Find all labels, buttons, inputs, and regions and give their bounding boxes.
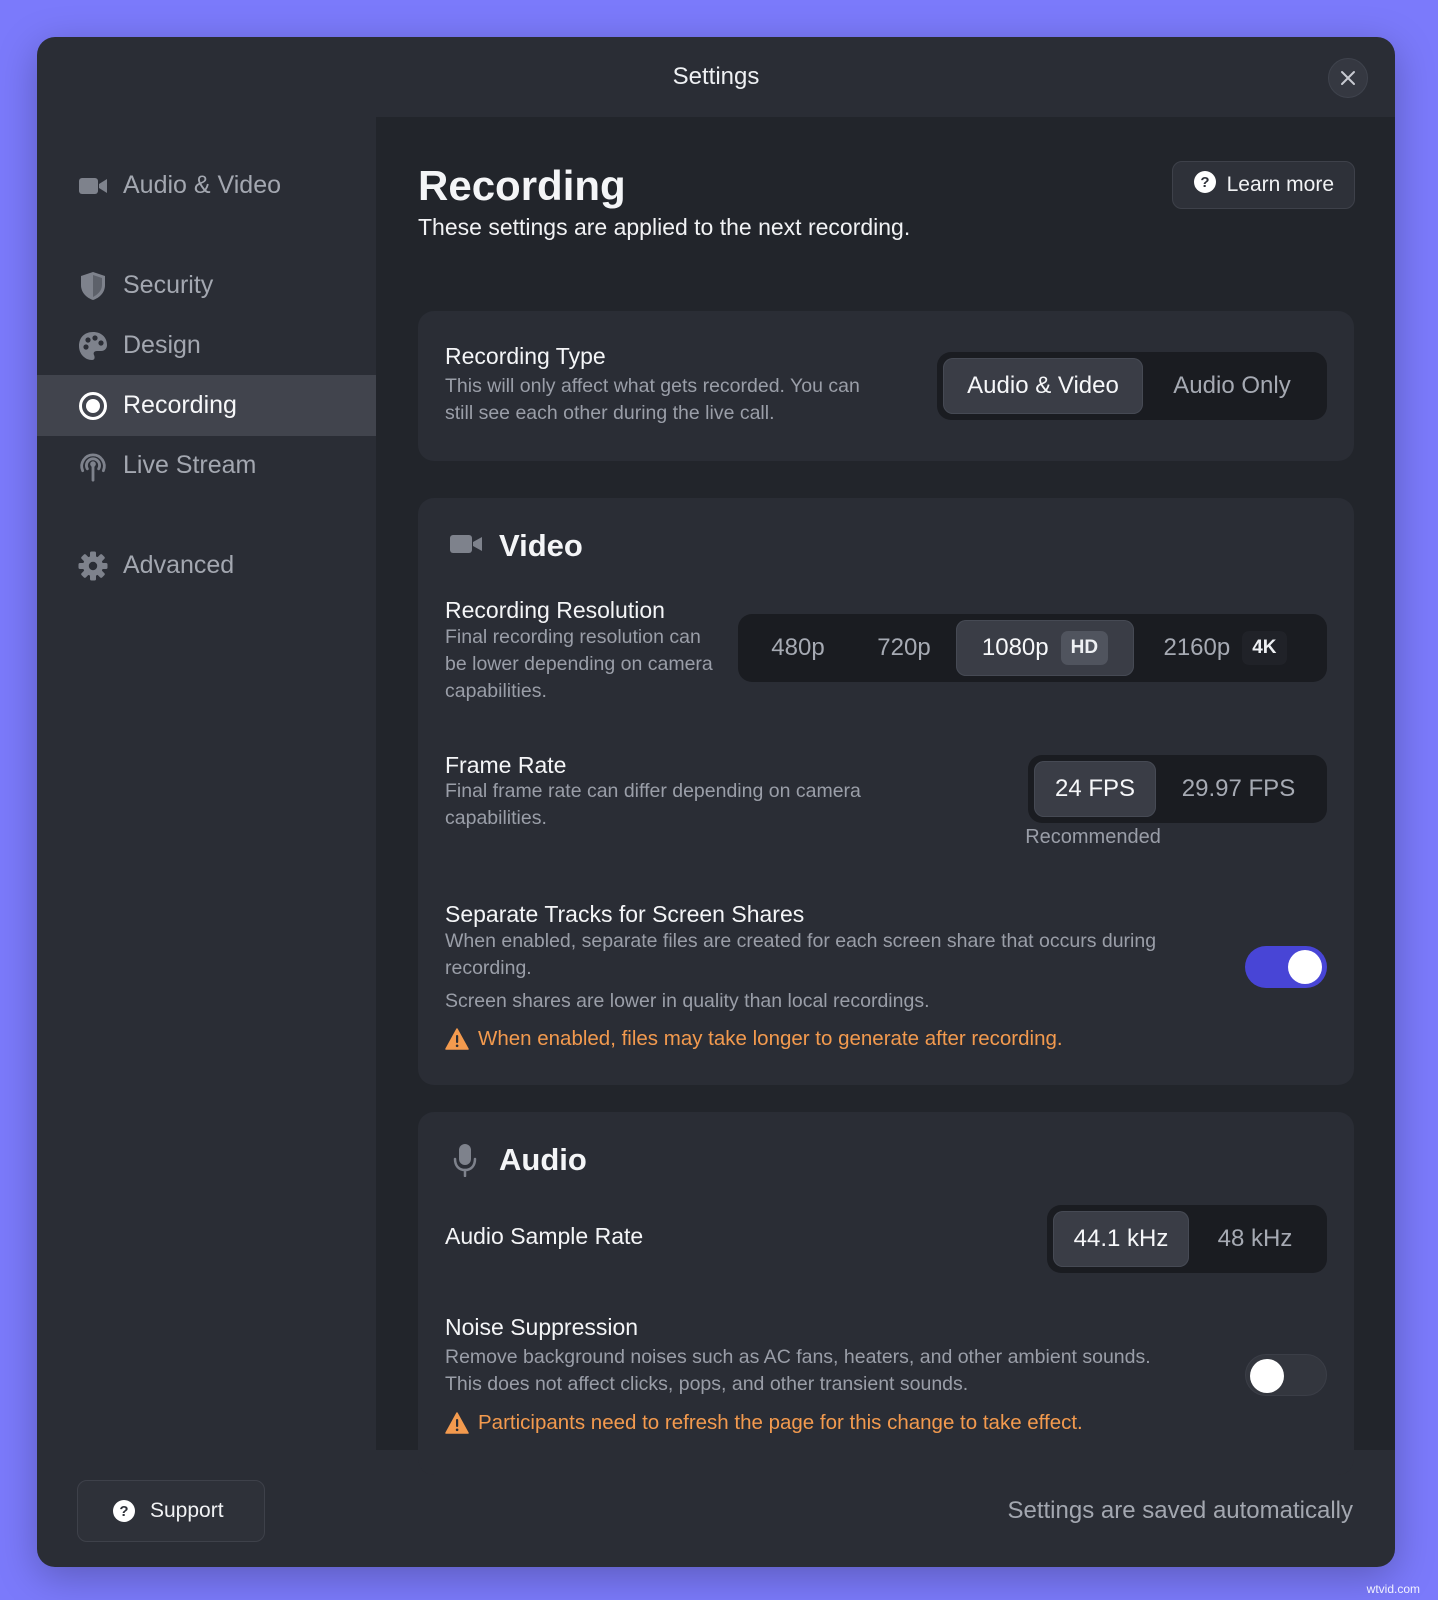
settings-modal: Settings Audio & Video Security Design R… (37, 37, 1395, 1567)
option-label: 2160p (1163, 634, 1231, 661)
sidebar-item-design[interactable]: Design (37, 315, 376, 376)
close-icon (1341, 71, 1355, 85)
help-icon: ? (1193, 170, 1217, 200)
close-button[interactable] (1328, 58, 1368, 98)
frame-rate-24[interactable]: 24 FPS (1034, 761, 1156, 817)
sidebar-item-label: Live Stream (123, 451, 257, 479)
toggle-knob (1288, 950, 1322, 984)
video-camera-icon (77, 170, 109, 202)
hd-badge: HD (1060, 631, 1109, 665)
modal-header: Settings (37, 37, 1395, 117)
sidebar-item-label: Advanced (123, 551, 235, 579)
sample-rate-title: Audio Sample Rate (445, 1223, 644, 1249)
video-heading: Video (499, 528, 583, 563)
learn-more-label: Learn more (1226, 173, 1334, 196)
sidebar-item-label: Audio & Video (123, 171, 281, 199)
autosave-status: Settings are saved automatically (1007, 1497, 1353, 1524)
toggle-knob (1250, 1359, 1284, 1393)
shield-icon (77, 270, 109, 302)
video-camera-icon (449, 532, 483, 561)
page-subtitle: These settings are applied to the next r… (418, 214, 911, 240)
noise-suppression-toggle[interactable] (1245, 1354, 1327, 1396)
sidebar-item-recording[interactable]: Recording (37, 375, 376, 436)
sidebar-item-security[interactable]: Security (37, 255, 376, 316)
noise-suppression-warning: Participants need to refresh the page fo… (445, 1411, 1083, 1435)
sidebar-item-live-stream[interactable]: Live Stream (37, 435, 376, 496)
recording-type-card: Recording Type This will only affect wha… (418, 311, 1354, 461)
sample-rate-selector: 44.1 kHz 48 kHz (1047, 1205, 1327, 1273)
support-label: Support (150, 1499, 224, 1522)
broadcast-icon (77, 450, 109, 482)
watermark: wtvid.com (1366, 1582, 1420, 1596)
warning-text: When enabled, files may take longer to g… (478, 1027, 1063, 1050)
sidebar-item-audio-video[interactable]: Audio & Video (37, 155, 376, 216)
recording-type-description: This will only affect what gets recorded… (445, 375, 860, 424)
svg-text:?: ? (1200, 174, 1209, 191)
audio-heading: Audio (499, 1142, 587, 1177)
palette-icon (77, 330, 109, 362)
4k-badge: 4K (1242, 631, 1287, 665)
resolution-option-480p[interactable]: 480p (744, 620, 852, 676)
svg-text:?: ? (119, 1503, 128, 1520)
resolution-description: Final recording resolution can be lower … (445, 626, 713, 702)
separate-tracks-note: Screen shares are lower in quality than … (445, 990, 930, 1012)
recording-type-title: Recording Type (445, 343, 606, 369)
support-button[interactable]: ? Support (77, 1480, 265, 1542)
help-icon: ? (112, 1499, 136, 1523)
sample-rate-44-1[interactable]: 44.1 kHz (1053, 1211, 1189, 1267)
recording-type-selector: Audio & Video Audio Only (937, 352, 1327, 420)
option-label: 1080p (981, 634, 1049, 661)
warning-icon (445, 1412, 469, 1434)
frame-rate-title: Frame Rate (445, 752, 567, 778)
resolution-option-720p[interactable]: 720p (852, 620, 956, 676)
audio-card: Audio Audio Sample Rate 44.1 kHz 48 kHz … (418, 1112, 1354, 1475)
option-label: 720p (877, 634, 931, 661)
record-icon (77, 390, 109, 422)
recommended-label: Recommended (1025, 826, 1161, 848)
option-label: 480p (771, 634, 825, 661)
separate-tracks-warning: When enabled, files may take longer to g… (445, 1027, 1063, 1051)
resolution-option-1080p[interactable]: 1080p HD (956, 620, 1134, 676)
learn-more-button[interactable]: ? Learn more (1171, 161, 1355, 209)
frame-rate-selector: 24 FPS 29.97 FPS (1028, 755, 1327, 823)
settings-content: Recording These settings are applied to … (376, 117, 1395, 1475)
recording-type-audio-video[interactable]: Audio & Video (943, 358, 1143, 414)
sample-rate-48[interactable]: 48 kHz (1189, 1211, 1321, 1267)
sidebar-item-label: Recording (123, 391, 237, 419)
video-card: Video Recording Resolution Final recordi… (418, 498, 1354, 1085)
modal-title: Settings (672, 63, 760, 90)
frame-rate-description: Final frame rate can differ depending on… (445, 780, 861, 829)
separate-tracks-title: Separate Tracks for Screen Shares (445, 901, 805, 927)
resolution-selector: 480p 720p 1080p HD 2160p 4K (738, 614, 1327, 682)
separate-tracks-toggle[interactable] (1245, 946, 1327, 988)
sidebar-item-label: Design (123, 331, 201, 359)
noise-suppression-title: Noise Suppression (445, 1314, 639, 1340)
frame-rate-29-97[interactable]: 29.97 FPS (1156, 761, 1321, 817)
page-title: Recording (418, 162, 626, 209)
sidebar-item-advanced[interactable]: Advanced (37, 535, 376, 596)
microphone-icon (453, 1143, 477, 1182)
recording-type-audio-only[interactable]: Audio Only (1143, 358, 1321, 414)
resolution-title: Recording Resolution (445, 597, 665, 623)
noise-suppression-description: Remove background noises such as AC fans… (445, 1346, 1151, 1395)
resolution-option-2160p[interactable]: 2160p 4K (1134, 620, 1316, 676)
separate-tracks-description: When enabled, separate files are created… (445, 930, 1157, 979)
sidebar-item-label: Security (123, 271, 214, 299)
sidebar-nav: Audio & Video Security Design Recording … (37, 117, 376, 1447)
gear-icon (77, 550, 109, 582)
warning-icon (445, 1028, 469, 1050)
warning-text: Participants need to refresh the page fo… (478, 1411, 1083, 1434)
